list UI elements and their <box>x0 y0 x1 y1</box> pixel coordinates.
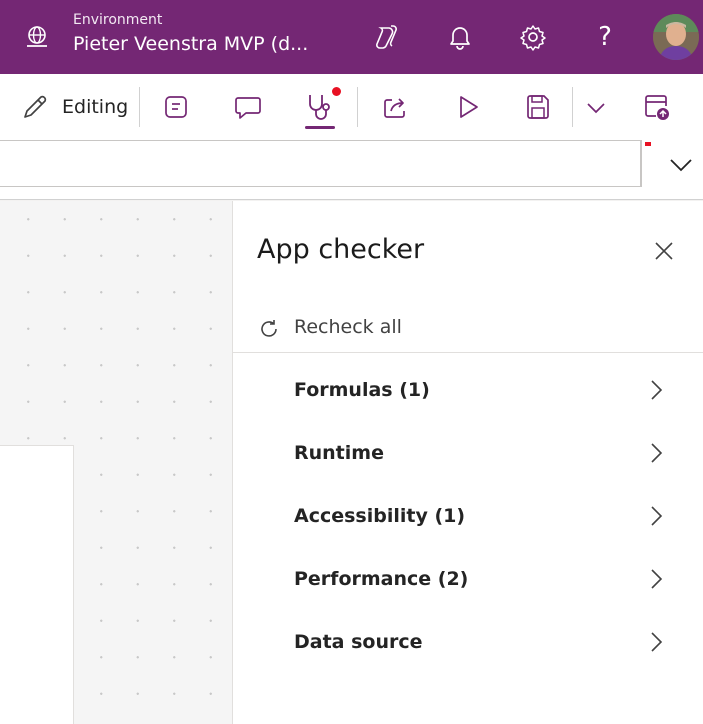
category-label: Data source <box>294 631 423 653</box>
chevron-right-icon <box>651 506 663 526</box>
formula-scrollbar[interactable] <box>641 140 653 187</box>
formula-bar <box>0 140 703 200</box>
chevron-right-icon <box>651 443 663 463</box>
close-icon[interactable] <box>651 238 677 264</box>
save-icon[interactable] <box>524 92 552 122</box>
chevron-right-icon <box>651 632 663 652</box>
recheck-all-label[interactable]: Recheck all <box>294 316 402 338</box>
globe-icon[interactable] <box>24 24 50 50</box>
environment-name[interactable]: Pieter Veenstra MVP (d... <box>73 33 308 55</box>
category-accessibility[interactable]: Accessibility (1) <box>233 486 703 549</box>
expand-formula-chevron-icon[interactable] <box>668 152 694 178</box>
help-icon[interactable]: ? <box>590 22 620 52</box>
environment-label: Environment <box>73 12 163 28</box>
recheck-all-button[interactable] <box>257 314 281 344</box>
category-label: Performance (2) <box>294 568 469 590</box>
active-tab-indicator <box>305 126 335 129</box>
chevron-right-icon <box>651 569 663 589</box>
play-icon[interactable] <box>454 92 482 122</box>
pencil-icon[interactable] <box>20 92 50 122</box>
category-performance[interactable]: Performance (2) <box>233 549 703 612</box>
toolbar-divider <box>572 87 573 127</box>
category-data-source[interactable]: Data source <box>233 612 703 675</box>
panel-title: App checker <box>257 234 425 265</box>
app-header: Environment Pieter Veenstra MVP (d... ? <box>0 0 703 74</box>
chevron-down-icon[interactable] <box>584 98 608 118</box>
avatar[interactable] <box>653 14 699 60</box>
category-label: Runtime <box>294 442 384 464</box>
chevron-right-icon <box>651 380 663 400</box>
refresh-icon <box>261 320 277 337</box>
notes-icon[interactable] <box>162 92 190 122</box>
app-screen-preview[interactable] <box>0 445 74 724</box>
category-label: Accessibility (1) <box>294 505 466 527</box>
category-formulas[interactable]: Formulas (1) <box>233 360 703 423</box>
formula-input[interactable] <box>0 140 641 187</box>
category-runtime[interactable]: Runtime <box>233 423 703 486</box>
editing-label[interactable]: Editing <box>62 96 128 118</box>
help-glyph: ? <box>598 22 612 52</box>
stethoscope-icon[interactable] <box>304 91 336 123</box>
toolbar-divider <box>139 87 140 127</box>
copilot-icon[interactable] <box>371 22 401 52</box>
publish-icon[interactable] <box>642 92 672 124</box>
comment-icon[interactable] <box>233 92 263 122</box>
toolbar-divider <box>357 87 358 127</box>
share-icon[interactable] <box>380 92 410 122</box>
alert-dot <box>332 87 341 96</box>
bell-icon[interactable] <box>445 22 475 52</box>
panel-divider <box>233 352 703 353</box>
category-label: Formulas (1) <box>294 379 430 401</box>
gear-icon[interactable] <box>518 22 548 52</box>
